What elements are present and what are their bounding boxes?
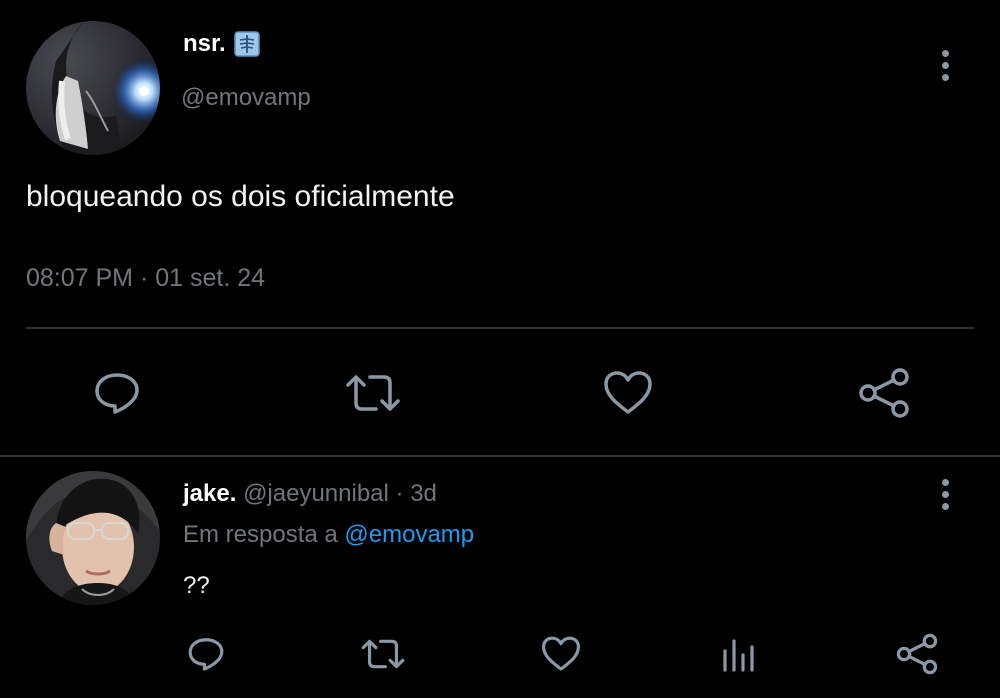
like-button[interactable] [601,368,655,418]
more-vertical-icon[interactable] [935,45,955,85]
divider [26,327,974,329]
share-icon [896,633,938,675]
display-name[interactable]: nsr. [183,30,226,58]
reply-button[interactable] [185,634,227,674]
reply-mention-link[interactable]: @emovamp [344,521,474,548]
share-button[interactable] [856,366,912,420]
reply-button[interactable] [90,368,144,418]
like-button[interactable] [539,634,583,674]
share-button[interactable] [894,632,940,676]
reply-context-prefix: Em resposta a [183,521,338,548]
avatar-jake[interactable] [26,471,160,605]
reply-display-name[interactable]: jake. [183,480,236,507]
author-handle[interactable]: @emovamp [181,84,311,112]
section-divider [0,455,1000,457]
reply-separator: · [395,480,404,507]
like-icon [604,371,652,414]
reply-handle[interactable]: @jaeyunnibal [243,480,389,507]
reply-age[interactable]: 3d [410,480,437,507]
retweet-icon [346,375,400,411]
avatar-image [26,471,160,605]
tweet-timestamp[interactable]: 08:07 PM · 01 set. 24 [26,264,265,293]
analytics-icon [723,639,754,672]
avatar-image [26,21,160,155]
avatar-nsr[interactable] [26,21,160,155]
reply-context: Em resposta a @emovamp [183,521,474,549]
like-icon [541,636,580,671]
xray-badge-icon [233,31,260,57]
retweet-button[interactable] [358,634,408,674]
retweet-button[interactable] [343,368,403,418]
reply-text: ?? [183,572,210,599]
more-vertical-icon[interactable] [935,474,955,514]
tweet-text: bloqueando os dois oficialmente [26,180,455,213]
reply-header: jake. @jaeyunnibal · 3d [183,480,437,508]
retweet-icon [361,639,405,669]
author-name-row: nsr. [183,30,260,58]
share-icon [859,368,909,418]
reply-icon [188,638,224,671]
analytics-button[interactable] [717,634,759,674]
reply-icon [95,373,139,414]
